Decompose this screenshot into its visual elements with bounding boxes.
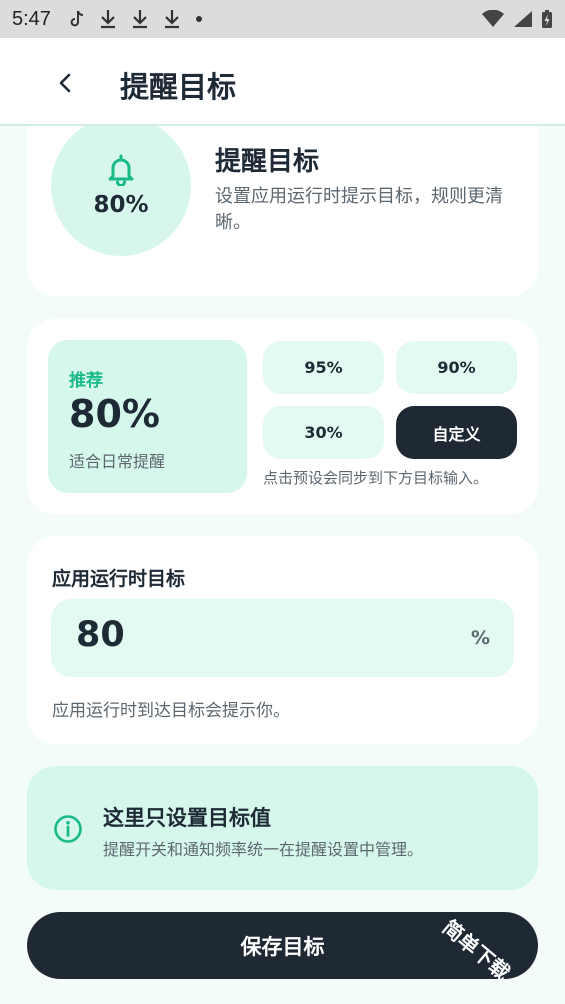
save-button[interactable]: 保存目标 简单下载 [27,912,538,979]
target-input-value[interactable]: 80 [76,615,125,655]
bell-icon [108,154,134,186]
chevron-left-icon [59,73,71,93]
target-input-unit: % [470,627,490,649]
presets-hint: 点击预设会同步到下方目标输入。 [263,469,489,487]
wifi-icon [482,10,504,27]
scroll-content[interactable]: 80% 提醒目标 设置应用运行时提示目标，规则更清晰。 推荐 80% 适合日常提… [0,126,565,1004]
recommended-value: 80% [69,392,160,436]
custom-preset-button[interactable]: 自定义 [396,406,517,459]
target-input-card: 应用运行时目标 80 % 应用运行时到达目标会提示你。 [27,536,538,744]
hero-title: 提醒目标 [215,147,320,177]
target-input-hint: 应用运行时到达目标会提示你。 [52,701,290,721]
presets-card: 推荐 80% 适合日常提醒 95% 90% 30% 自定义 点击预设会同步到下方… [27,319,538,514]
target-input-field[interactable]: 80 % [51,599,514,677]
target-input-label: 应用运行时目标 [52,568,186,590]
hero-circle: 80% [51,126,191,256]
preset-chip-95[interactable]: 95% [263,341,384,394]
tiktok-icon [70,10,84,27]
info-icon [54,815,82,843]
info-card: 这里只设置目标值 提醒开关和通知频率统一在提醒设置中管理。 [27,766,538,890]
app-bar: 提醒目标 [0,38,565,126]
signal-icon [514,11,532,27]
status-icons-right [481,9,553,29]
preset-chip-90[interactable]: 90% [396,341,517,394]
info-description: 提醒开关和通知频率统一在提醒设置中管理。 [103,840,424,859]
battery-charging-icon [542,10,552,28]
page-title: 提醒目标 [120,70,237,104]
download-icon [132,10,147,29]
preset-chip-30[interactable]: 30% [263,406,384,459]
download-icon [164,10,179,29]
dot-icon [195,16,202,22]
recommended-description: 适合日常提醒 [69,452,166,471]
status-icons-left [69,9,203,29]
recommended-label: 推荐 [69,371,103,391]
recommended-preset[interactable]: 推荐 80% 适合日常提醒 [48,340,247,493]
info-title: 这里只设置目标值 [103,806,271,830]
watermark: 简单下载 [438,915,515,979]
hero-description: 设置应用运行时提示目标，规则更清晰。 [215,186,503,233]
download-icon [100,10,115,29]
hero-percent: 80% [93,192,149,218]
hero-card: 80% 提醒目标 设置应用运行时提示目标，规则更清晰。 [27,126,538,296]
back-button[interactable] [50,68,80,98]
status-bar: 5:47 [0,0,565,38]
status-time: 5:47 [12,7,51,30]
save-button-label: 保存目标 [240,934,325,959]
